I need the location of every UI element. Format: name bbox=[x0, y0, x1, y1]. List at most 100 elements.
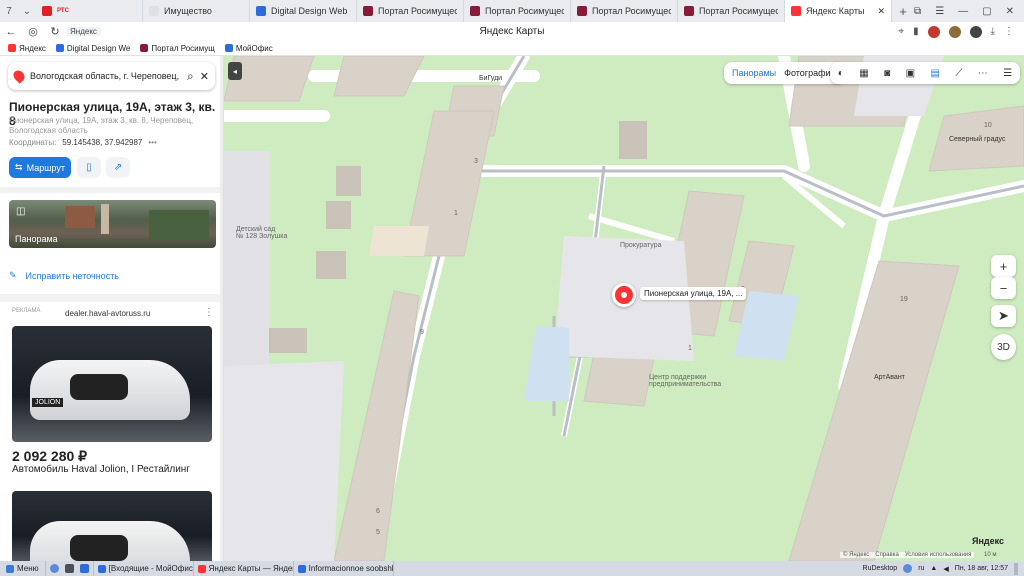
start-menu-button[interactable]: Меню bbox=[0, 561, 46, 576]
volume-icon[interactable]: ◀ bbox=[943, 565, 948, 573]
label-severny-gradus[interactable]: Северный градус bbox=[949, 136, 1005, 143]
taskbar-window[interactable]: Informacionnoe soobshhe... bbox=[294, 561, 394, 576]
panorama-preview[interactable]: ◫ Панорама bbox=[9, 200, 216, 248]
browser-tab[interactable]: Портал Росимущества bbox=[357, 0, 464, 22]
label-kindergarten[interactable]: Детский сад № 128 Золушка bbox=[236, 226, 287, 240]
browser-tab[interactable]: Портал Росимущества bbox=[464, 0, 571, 22]
zoom-in-button[interactable]: + bbox=[991, 255, 1016, 277]
label-business-center[interactable]: Центр поддержки предпринимательства bbox=[649, 374, 721, 388]
menu-icon[interactable]: ☰ bbox=[935, 6, 944, 17]
ad-domain[interactable]: dealer.haval-avtoruss.ru bbox=[65, 309, 150, 318]
browser-tab[interactable]: Digital Design Web Client bbox=[250, 0, 357, 22]
ruler-icon[interactable]: ⟋ bbox=[955, 68, 962, 79]
address-host[interactable]: Яндекс bbox=[66, 27, 101, 36]
network-icon[interactable]: ▲ bbox=[930, 565, 937, 572]
tab-favicon-icon bbox=[791, 6, 801, 16]
extension-icon[interactable] bbox=[969, 25, 982, 38]
show-desktop-button[interactable] bbox=[1014, 562, 1018, 575]
panel-scrollbar[interactable] bbox=[220, 56, 223, 561]
ad-more-button[interactable]: ⋮ bbox=[204, 307, 214, 318]
divider bbox=[0, 294, 223, 302]
taskbar-window[interactable]: Яндекс Карты — Яндекс ... bbox=[194, 561, 294, 576]
layers-stack-icon[interactable]: ▤ bbox=[930, 68, 939, 79]
search-input[interactable]: Вологодская область, г. Череповец, bbox=[30, 71, 181, 81]
tab-close-icon[interactable]: ✕ bbox=[877, 6, 885, 17]
browser-tab[interactable]: Портал Росимущества bbox=[571, 0, 678, 22]
bookmark-icon[interactable]: ▮ bbox=[913, 26, 919, 37]
transport-icon[interactable]: ▣ bbox=[906, 68, 915, 79]
bookmark-item[interactable]: Портал Росимущ bbox=[140, 44, 215, 53]
copyright[interactable]: © Яндекс bbox=[843, 552, 869, 558]
help-link[interactable]: Справка bbox=[875, 552, 899, 558]
coordinates-value[interactable]: 59.145438, 37.942987 bbox=[62, 138, 142, 147]
map-marker[interactable] bbox=[612, 283, 636, 307]
label-prokuratura[interactable]: Прокуратура bbox=[620, 242, 662, 249]
map-canvas[interactable]: БиГуди Детский сад № 128 Золушка Прокура… bbox=[224, 56, 1024, 561]
label-bigudi[interactable]: БиГуди bbox=[479, 75, 502, 82]
extension-icon[interactable] bbox=[948, 25, 961, 38]
browser-tab[interactable]: РТС bbox=[36, 0, 143, 22]
ad-car-image[interactable] bbox=[12, 491, 212, 561]
tab-label: Имущество bbox=[164, 6, 212, 16]
tab-list-chevron-icon[interactable]: ⌄ bbox=[18, 0, 36, 22]
app-icon[interactable] bbox=[903, 564, 913, 573]
rudesktop-item[interactable]: RuDesktop bbox=[863, 565, 898, 572]
3d-button[interactable]: 3D bbox=[991, 334, 1016, 360]
more-icon[interactable]: ⋯ bbox=[978, 68, 988, 79]
tab-photos[interactable]: Фотографии bbox=[784, 68, 835, 78]
pin-icon[interactable]: ⧉ bbox=[914, 6, 921, 17]
app-icon[interactable] bbox=[49, 564, 59, 573]
route-button[interactable]: ⇆ Маршрут bbox=[9, 157, 71, 178]
protect-icon[interactable]: ◎ bbox=[22, 25, 44, 38]
navigation-arrow-icon: ➤ bbox=[998, 308, 1009, 323]
search-icon[interactable]: ⌕ bbox=[187, 69, 194, 84]
reload-icon[interactable]: ↻ bbox=[44, 25, 66, 38]
browser-tab[interactable]: Яндекс Карты ✕ bbox=[785, 0, 892, 22]
clock[interactable]: Пн, 18 авг, 12:57 bbox=[955, 565, 1008, 572]
bookmark-item[interactable]: Digital Design We bbox=[55, 44, 130, 53]
camera-icon[interactable]: ◙ bbox=[884, 68, 890, 79]
terms-link[interactable]: Условия использования bbox=[905, 552, 972, 558]
label-artavant[interactable]: АртАвант bbox=[874, 374, 905, 381]
ad-title[interactable]: Автомобиль Haval Jolion, I Рестайлинг bbox=[12, 464, 190, 475]
coordinates-more-button[interactable]: ••• bbox=[148, 138, 156, 147]
browser-tab-bar: 7 ⌄ РТС Имущество Digital Design Web Clien… bbox=[0, 0, 1024, 22]
window-label: [Входящие - МойОфис П... bbox=[108, 564, 193, 573]
app-icon[interactable] bbox=[64, 564, 74, 573]
location-icon[interactable]: ⌖ bbox=[898, 26, 904, 37]
maximize-icon[interactable]: ▢ bbox=[982, 6, 991, 17]
map-mode-icon[interactable]: ▦ bbox=[859, 68, 868, 79]
app-icon[interactable] bbox=[79, 564, 89, 573]
zoom-out-button[interactable]: − bbox=[991, 277, 1016, 299]
new-tab-button[interactable]: + bbox=[892, 0, 914, 22]
taskbar-window[interactable]: [Входящие - МойОфис П... bbox=[94, 561, 194, 576]
fix-inaccuracy-link[interactable]: ✎ Исправить неточность bbox=[9, 270, 119, 281]
window-label: Яндекс Карты — Яндекс ... bbox=[208, 564, 293, 573]
tab-counter[interactable]: 7 bbox=[0, 0, 18, 22]
layers-icon[interactable]: ◐ bbox=[838, 68, 844, 79]
clear-icon[interactable]: ✕ bbox=[200, 70, 209, 83]
marker-label[interactable]: Пионерская улица, 19А, ... bbox=[640, 287, 747, 300]
bookmark-item[interactable]: МойОфис bbox=[224, 44, 273, 53]
bookmark-button[interactable]: ▯ bbox=[77, 157, 101, 178]
browser-tab[interactable]: Имущество bbox=[143, 0, 250, 22]
tab-favicon-icon bbox=[470, 6, 480, 16]
bookmark-item[interactable]: Яндекс bbox=[8, 44, 46, 53]
tab-favicon-icon bbox=[363, 6, 373, 16]
minimize-icon[interactable]: — bbox=[958, 6, 968, 17]
browser-tab[interactable]: Портал Росимущества bbox=[678, 0, 785, 22]
map-footer: © Яндекс Справка Условия использования bbox=[840, 552, 975, 558]
close-icon[interactable]: ✕ bbox=[1006, 6, 1014, 17]
back-icon[interactable]: ← bbox=[0, 26, 22, 38]
ad-car-image[interactable]: JOLION bbox=[12, 326, 212, 442]
geolocation-button[interactable]: ➤ bbox=[991, 305, 1016, 327]
share-button[interactable]: ⇗ bbox=[106, 157, 130, 178]
menu-icon[interactable]: ☰ bbox=[1003, 68, 1012, 79]
tab-panoramas[interactable]: Панорамы bbox=[732, 68, 776, 78]
downloads-icon[interactable]: ⤓ bbox=[991, 26, 995, 37]
more-icon[interactable]: ⋮ bbox=[1004, 26, 1014, 37]
collapse-panel-button[interactable]: ◂ bbox=[228, 62, 242, 80]
extension-icon[interactable] bbox=[927, 25, 940, 38]
search-box[interactable]: Вологодская область, г. Череповец, ⌕ ✕ bbox=[8, 62, 215, 90]
keyboard-layout[interactable]: ru bbox=[918, 565, 924, 572]
